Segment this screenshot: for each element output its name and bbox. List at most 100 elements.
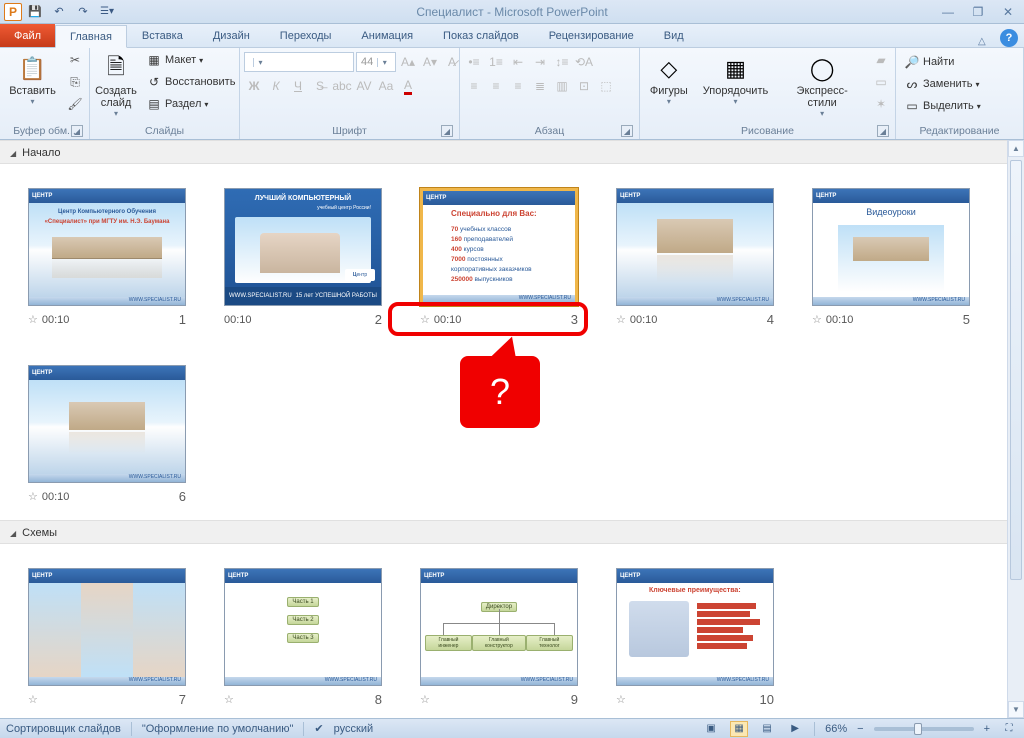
view-reading-icon[interactable]: ▤ [758,721,776,737]
strike-icon[interactable]: S̶ [310,76,330,96]
section-header-2[interactable]: ◢Схемы [0,520,1007,544]
underline-icon[interactable]: Ч [288,76,308,96]
shape-fill-icon[interactable]: ▰ [871,50,891,70]
section-2-slides: ЦЕНТР WWW.SPECIALIST.RU ☆7 ЦЕНТР Часть 1 [0,544,1007,718]
scroll-up-icon[interactable]: ▲ [1008,140,1024,157]
case-icon[interactable]: Aa [376,76,396,96]
slide2-sub: учебный центр России! [317,205,371,211]
bullets-icon[interactable]: •≡ [464,52,484,72]
shapes-label: Фигуры [650,85,688,97]
line-spacing-icon[interactable]: ↕≡ [552,52,572,72]
smartart-icon[interactable]: ⬚ [596,76,616,96]
layout-icon: ▦ [146,52,162,68]
zoom-out-icon[interactable]: − [857,723,863,735]
format-painter-icon[interactable]: 🖌 [65,94,85,114]
font-color-icon[interactable]: A [398,76,418,96]
restore-button[interactable]: ❐ [968,4,988,20]
font-family-combo[interactable]: ▾ [244,52,354,72]
view-slideshow-icon[interactable]: ▶ [786,721,804,737]
window-title: Специалист - Microsoft PowerPoint [416,5,607,19]
tab-design[interactable]: Дизайн [198,24,265,47]
section-header-1[interactable]: ◢Начало [0,140,1007,164]
minimize-ribbon-icon[interactable]: △ [978,36,994,47]
shape-outline-icon[interactable]: ▭ [871,72,891,92]
tab-animations[interactable]: Анимация [346,24,428,47]
app-icon[interactable]: P [4,3,22,21]
numbering-icon[interactable]: 1≡ [486,52,506,72]
outdent-icon[interactable]: ⇤ [508,52,528,72]
slide-thumb-7[interactable]: ЦЕНТР WWW.SPECIALIST.RU [28,568,186,686]
layout-button[interactable]: ▦Макет ▾ [142,50,239,70]
columns-icon[interactable]: ▥ [552,76,572,96]
slide-thumb-1[interactable]: ЦЕНТР Центр Компьютерного Обучения «Спец… [28,188,186,306]
select-button[interactable]: ▭Выделить ▾ [900,96,985,116]
fit-window-icon[interactable]: ⛶ [1000,721,1018,737]
redo-icon[interactable]: ↷ [72,2,94,22]
slide-thumb-10[interactable]: ЦЕНТР Ключевые преимущества: WWW.SPECIAL… [616,568,774,686]
quick-styles-button[interactable]: ◯Экспресс-стили▾ [777,50,867,121]
align-left-icon[interactable]: ≡ [464,76,484,96]
clipboard-dialog-icon[interactable]: ◢ [71,125,83,137]
indent-icon[interactable]: ⇥ [530,52,550,72]
new-slide-label: Создать слайд [95,85,137,109]
status-language[interactable]: русский [334,723,373,735]
close-button[interactable]: ✕ [998,4,1018,20]
zoom-in-icon[interactable]: + [984,723,990,735]
spacing-icon[interactable]: AV [354,76,374,96]
slide-thumb-9[interactable]: ЦЕНТР Директор Главный инженер Главный к… [420,568,578,686]
slide-thumb-5[interactable]: ЦЕНТР Видеоуроки WWW.SPECIALIST.RU [812,188,970,306]
zoom-level[interactable]: 66% [825,723,847,735]
scroll-down-icon[interactable]: ▼ [1008,701,1024,718]
section-button[interactable]: ▤Раздел ▾ [142,94,239,114]
slide-thumb-3[interactable]: ЦЕНТР Специально для Вас: 70 70 учебных … [420,188,578,306]
grow-font-icon[interactable]: A▴ [398,52,418,72]
shrink-font-icon[interactable]: A▾ [420,52,440,72]
align-text-icon[interactable]: ⊡ [574,76,594,96]
zoom-slider[interactable] [874,727,974,731]
tab-insert[interactable]: Вставка [127,24,198,47]
vertical-scrollbar[interactable]: ▲ ▼ [1007,140,1024,718]
shadow-icon[interactable]: abc [332,76,352,96]
tab-review[interactable]: Рецензирование [534,24,649,47]
tab-view[interactable]: Вид [649,24,699,47]
view-sorter-icon[interactable]: ▦ [730,721,748,737]
italic-icon[interactable]: К [266,76,286,96]
font-dialog-icon[interactable]: ◢ [441,125,453,137]
clear-format-icon[interactable]: A̷ [442,52,462,72]
help-icon[interactable]: ? [1000,29,1018,47]
align-center-icon[interactable]: ≡ [486,76,506,96]
copy-icon[interactable]: ⎘ [65,72,85,92]
paste-button[interactable]: 📋 Вставить ▾ [4,50,61,109]
tab-home[interactable]: Главная [55,25,127,48]
slide-thumb-6[interactable]: ЦЕНТР WWW.SPECIALIST.RU [28,365,186,483]
scrollbar-thumb[interactable] [1010,160,1022,580]
arrange-button[interactable]: ▦Упорядочить▾ [698,50,774,109]
shape-effects-icon[interactable]: ✶ [871,94,891,114]
slide-item-1: ЦЕНТР Центр Компьютерного Обучения «Спец… [28,188,186,327]
bold-icon[interactable]: Ж [244,76,264,96]
font-size-combo[interactable]: 44▾ [356,52,396,72]
text-direction-icon[interactable]: ⟲A [574,52,594,72]
justify-icon[interactable]: ≣ [530,76,550,96]
shapes-button[interactable]: ◇Фигуры▾ [644,50,694,109]
minimize-button[interactable]: ― [938,4,958,20]
replace-button[interactable]: ᔕЗаменить ▾ [900,74,985,94]
save-icon[interactable]: 💾 [24,2,46,22]
slide-thumb-4[interactable]: ЦЕНТР WWW.SPECIALIST.RU [616,188,774,306]
slide-thumb-2[interactable]: ЛУЧШИЙ КОМПЬЮТЕРНЫЙ учебный центр России… [224,188,382,306]
cut-icon[interactable]: ✂ [65,50,85,70]
tab-transitions[interactable]: Переходы [265,24,347,47]
paragraph-dialog-icon[interactable]: ◢ [621,125,633,137]
new-slide-button[interactable]: 🗎 Создать слайд ▾ [94,50,138,121]
find-button[interactable]: 🔎Найти [900,52,985,72]
undo-icon[interactable]: ↶ [48,2,70,22]
qat-dropdown-icon[interactable]: ☰▾ [96,2,118,22]
slide-thumb-8[interactable]: ЦЕНТР Часть 1 Часть 2 Часть 3 WWW.SPECIA… [224,568,382,686]
tab-file[interactable]: Файл [0,24,55,47]
drawing-dialog-icon[interactable]: ◢ [877,125,889,137]
align-right-icon[interactable]: ≡ [508,76,528,96]
view-normal-icon[interactable]: ▣ [702,721,720,737]
reset-button[interactable]: ↺Восстановить [142,72,239,92]
spellcheck-icon[interactable]: ✔ [314,722,323,735]
tab-slideshow[interactable]: Показ слайдов [428,24,534,47]
